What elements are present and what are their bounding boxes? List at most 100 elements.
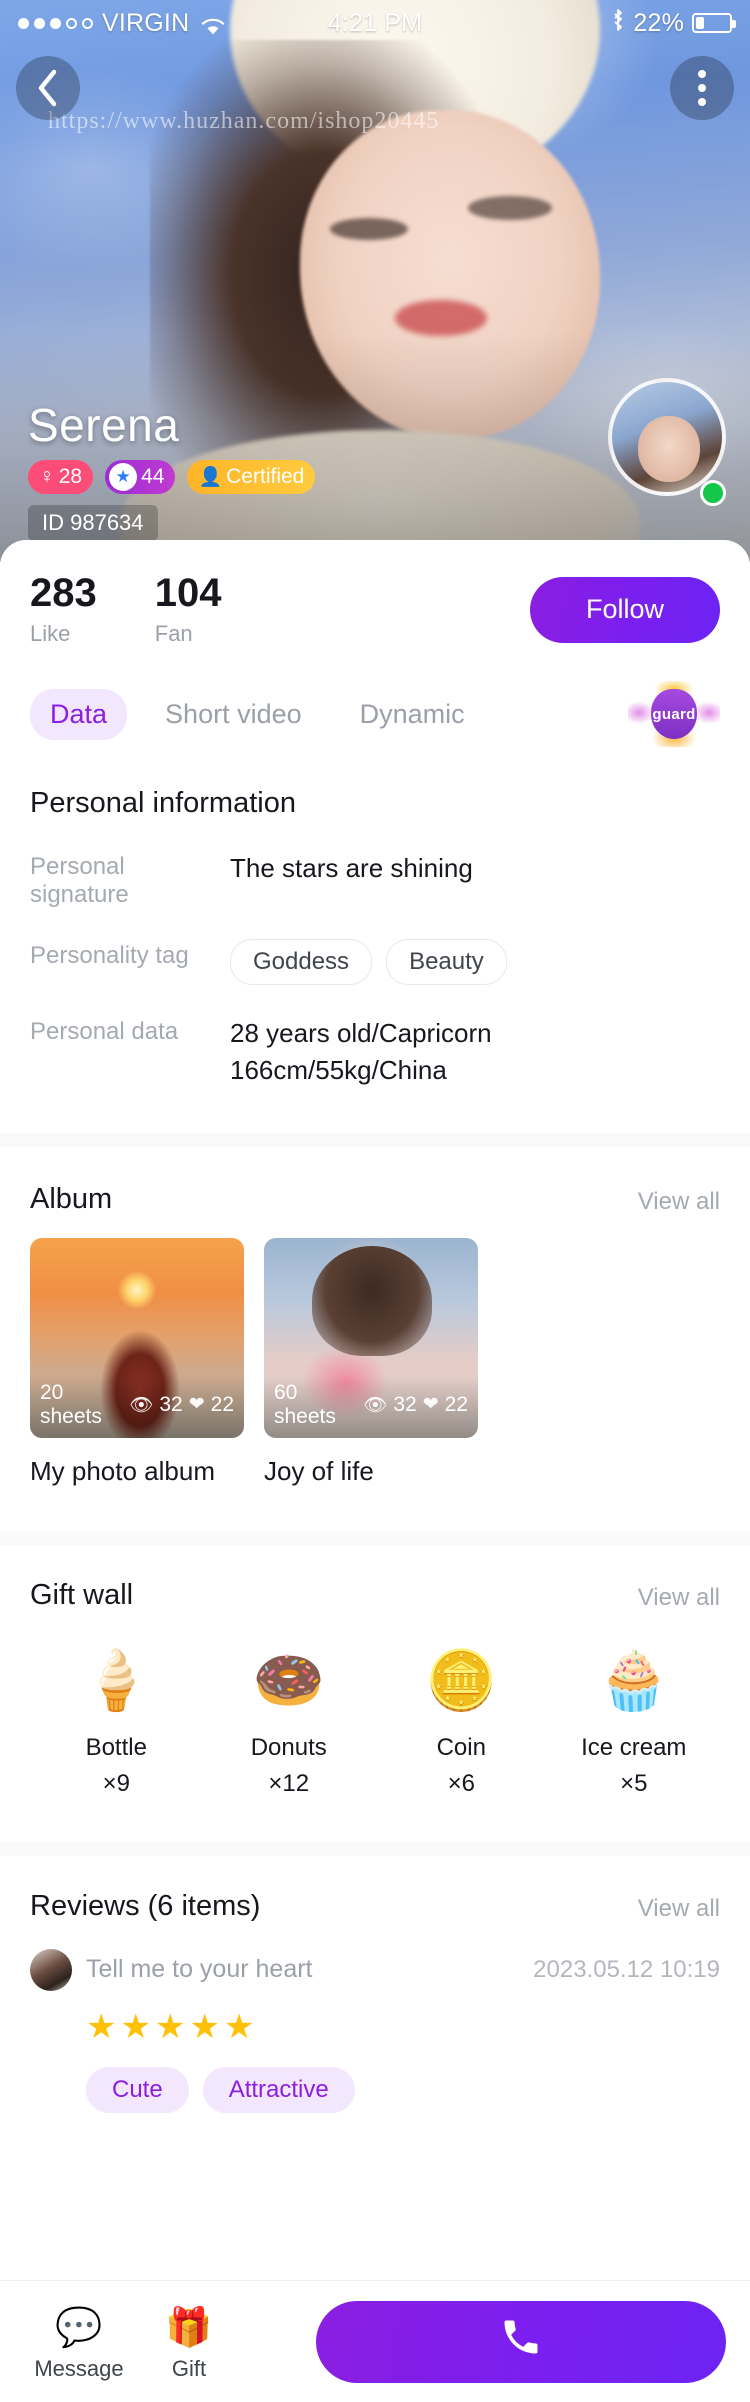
fan-label: Fan: [154, 621, 193, 646]
gift-count: ×9: [102, 1769, 130, 1797]
review-tag-cute[interactable]: Cute: [86, 2066, 189, 2113]
album-view-all-link[interactable]: View all: [638, 1188, 720, 1216]
profile-hero-banner: VIRGIN 4:21 PM 22% https://www.huzhan.co…: [0, 0, 750, 562]
personal-data-label: Personal data: [30, 1018, 179, 1045]
gift-wall-section: Gift wall View all 🍦 Bottle ×9 🍩 Donuts …: [0, 1579, 750, 1798]
age-value: 28: [58, 465, 83, 488]
album-view-count: 32: [159, 1392, 183, 1416]
review-star-rating: ★★★★★: [86, 2007, 259, 2046]
message-label: Message: [34, 2355, 124, 2381]
row-personal-signature: Personal signature The stars are shining: [30, 850, 720, 909]
personal-signature-value: The stars are shining: [230, 853, 473, 883]
personal-data-value: 28 years old/Capricorn 166cm/55kg/China: [230, 1015, 492, 1089]
tab-dynamic[interactable]: Dynamic: [340, 689, 485, 740]
tab-short-video[interactable]: Short video: [145, 689, 322, 740]
like-label: Like: [30, 621, 71, 646]
album-header: Album View all: [30, 1183, 720, 1216]
gift-item[interactable]: 🧁 Ice cream ×5: [548, 1638, 721, 1798]
follow-button[interactable]: Follow: [530, 576, 720, 643]
profile-badge-row: ♀ 28 ★ 44 👤 Certified: [28, 460, 316, 494]
gift-grid: 🍦 Bottle ×9 🍩 Donuts ×12 🪙 Coin ×6 🧁 Ice…: [30, 1638, 720, 1798]
gift-name: Donuts: [250, 1733, 327, 1761]
reviews-view-all-link[interactable]: View all: [638, 1895, 720, 1923]
personal-signature-label: Personal signature: [30, 853, 129, 908]
profile-content-sheet: 283 Like 104 Fan Follow Data Short video…: [0, 540, 750, 2123]
album-sheet-count: 60 sheets: [274, 1380, 336, 1428]
album-thumbnail[interactable]: 60 sheets 👁 32 ❤ 22: [264, 1237, 478, 1438]
status-bar-right: 22%: [611, 8, 736, 38]
profile-name: Serena: [28, 399, 180, 451]
album-name: Joy of life: [264, 1455, 374, 1486]
stat-like[interactable]: 283 Like: [30, 572, 97, 647]
reviews-title: Reviews (6 items): [30, 1889, 261, 1922]
album-card[interactable]: 20 sheets 👁 32 ❤ 22 My photo album: [30, 1237, 244, 1487]
site-watermark: https://www.huzhan.com/ishop20445: [48, 108, 440, 134]
gift-name: Coin: [436, 1733, 486, 1761]
gift-count: ×6: [447, 1769, 475, 1797]
stats-row: 283 Like 104 Fan Follow: [0, 540, 750, 647]
more-vertical-icon: [698, 70, 706, 78]
album-thumb-meta: 20 sheets 👁 32 ❤ 22: [40, 1381, 234, 1429]
album-thumb-meta: 60 sheets 👁 32 ❤ 22: [274, 1381, 468, 1429]
review-tag-list: Cute Attractive: [86, 2066, 720, 2113]
gift-wall-view-all-link[interactable]: View all: [638, 1584, 720, 1612]
hero-eye-right: [468, 196, 552, 220]
gift-label: Gift: [171, 2355, 207, 2381]
row-personality-tag: Personality tag Goddess Beauty: [30, 939, 720, 985]
chevron-left-icon: [38, 69, 57, 107]
personal-information-title: Personal information: [30, 787, 296, 819]
carrier-label: VIRGIN: [102, 8, 190, 37]
album-card[interactable]: 60 sheets 👁 32 ❤ 22 Joy of life: [264, 1237, 478, 1487]
more-options-button[interactable]: [670, 56, 734, 120]
row-personal-data: Personal data 28 years old/Capricorn 166…: [30, 1015, 720, 1089]
section-divider-gift: [0, 1530, 750, 1545]
reviews-header: Reviews (6 items) View all: [30, 1890, 720, 1923]
gift-count: ×5: [620, 1769, 648, 1797]
review-author-avatar[interactable]: [30, 1948, 72, 1991]
call-button[interactable]: [316, 2300, 726, 2383]
hero-lips: [395, 300, 487, 336]
album-view-count: 32: [393, 1392, 417, 1416]
stat-fan[interactable]: 104 Fan: [155, 572, 222, 647]
fan-count: 104: [154, 571, 222, 615]
eye-icon: 👁: [129, 1394, 154, 1416]
gift-count: ×12: [268, 1769, 310, 1797]
gift-item[interactable]: 🍦 Bottle ×9: [30, 1638, 203, 1798]
album-sheet-count: 20 sheets: [40, 1380, 102, 1428]
profile-screen: VIRGIN 4:21 PM 22% https://www.huzhan.co…: [0, 0, 750, 2402]
gift-name: Bottle: [85, 1733, 147, 1761]
personality-tag-beauty[interactable]: Beauty: [386, 939, 507, 985]
wifi-icon: [200, 14, 226, 35]
message-button[interactable]: 💬 Message: [24, 2302, 134, 2382]
gift-item[interactable]: 🍩 Donuts ×12: [203, 1638, 376, 1798]
heart-icon: ❤: [422, 1394, 439, 1416]
battery-icon: [692, 13, 736, 33]
review-tag-attractive[interactable]: Attractive: [202, 2066, 355, 2113]
eye-icon: 👁: [363, 1394, 388, 1416]
hero-eye-left: [330, 218, 408, 240]
gift-button[interactable]: 🎁 Gift: [134, 2302, 244, 2382]
personality-tag-goddess[interactable]: Goddess: [230, 939, 373, 985]
album-like-count: 22: [210, 1392, 234, 1416]
album-thumbnail[interactable]: 20 sheets 👁 32 ❤ 22: [30, 1237, 244, 1438]
signal-strength-icon: [18, 17, 93, 29]
bluetooth-icon: [611, 8, 625, 38]
guard-label: guard: [652, 705, 696, 723]
gender-age-badge: ♀ 28: [28, 460, 94, 494]
certified-badge: 👤 Certified: [187, 460, 316, 494]
gift-item[interactable]: 🪙 Coin ×6: [375, 1638, 548, 1798]
gift-box-icon: 🎁: [165, 2306, 213, 2349]
verified-user-icon: 👤: [198, 467, 223, 488]
guard-badge-icon[interactable]: guard: [628, 681, 720, 747]
back-button[interactable]: [16, 56, 80, 120]
bottom-action-bar: 💬 Message 🎁 Gift: [0, 2280, 750, 2402]
gift-wall-header: Gift wall View all: [30, 1579, 720, 1612]
avatar[interactable]: [608, 378, 726, 496]
personal-information-section: Personal information Personal signature …: [0, 787, 750, 1089]
section-divider-reviews: [0, 1841, 750, 1856]
user-id-label: ID 987634: [28, 505, 158, 541]
personal-data-line-2: 166cm/55kg/China: [230, 1054, 447, 1085]
personality-tag-label: Personality tag: [30, 942, 189, 969]
tab-data[interactable]: Data: [30, 688, 128, 740]
online-status-indicator: [700, 480, 726, 506]
